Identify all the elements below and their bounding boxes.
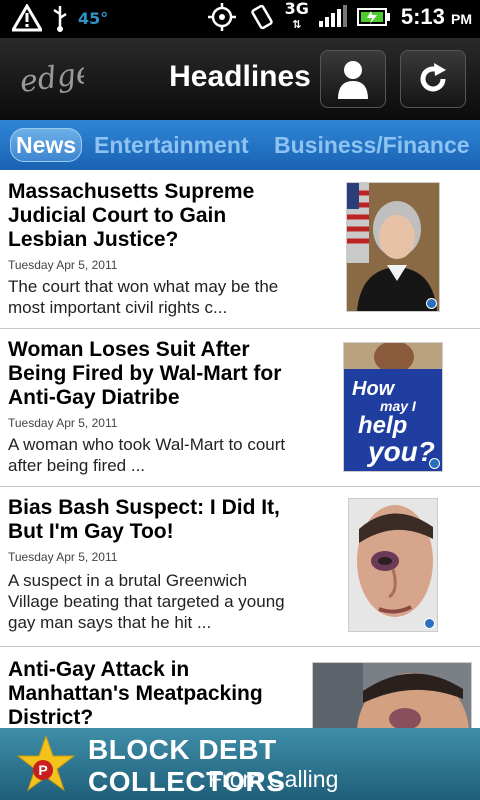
tab-news[interactable]: News	[10, 128, 83, 162]
svg-text:P: P	[38, 762, 47, 778]
refresh-icon	[420, 63, 446, 92]
signal-icon	[318, 5, 347, 27]
zoom-icon	[429, 458, 440, 469]
article-date: Tuesday Apr 5, 2011	[8, 550, 118, 564]
face-image	[313, 663, 471, 728]
battery-icon	[356, 8, 390, 26]
portrait-image	[347, 183, 439, 311]
tab-entertainment[interactable]: Entertainment	[94, 128, 249, 162]
article-summary: A suspect in a brutal Greenwich Village …	[8, 571, 285, 632]
tab-business-finance[interactable]: Business/Finance	[274, 128, 470, 162]
ad-subline[interactable]: From Calling	[208, 766, 338, 793]
gps-icon	[207, 3, 236, 31]
clock: 5:13 PM	[400, 4, 472, 29]
status-bar: 45° 3G ⇅ 5:13 PM	[0, 0, 480, 38]
refresh-button[interactable]	[400, 50, 466, 108]
face-image	[349, 499, 437, 631]
temperature-readout: 45°	[78, 8, 109, 28]
warning-icon	[12, 4, 42, 32]
headline-list: Massachusetts Supreme Judicial Court to …	[0, 170, 480, 728]
star-badge-icon: P	[16, 734, 76, 792]
article-summary: A woman who took Wal-Mart to court after…	[8, 435, 286, 475]
zoom-icon	[424, 618, 435, 629]
app-bar: edge Headlines	[0, 38, 480, 120]
profile-button[interactable]	[320, 50, 386, 108]
list-item[interactable]: Massachusetts Supreme Judicial Court to …	[0, 170, 480, 329]
svg-text:How: How	[352, 378, 396, 400]
vest-image: How may I help you?	[344, 343, 442, 471]
category-tabs: News Entertainment Business/Finance	[0, 120, 480, 170]
zoom-icon	[426, 298, 437, 309]
article-thumbnail[interactable]	[346, 182, 440, 312]
list-item[interactable]: Bias Bash Suspect: I Did It, But I'm Gay…	[0, 486, 480, 647]
svg-text:help: help	[358, 412, 407, 439]
list-item[interactable]: Woman Loses Suit After Being Fired by Wa…	[0, 328, 480, 487]
article-headline[interactable]: Woman Loses Suit After Being Fired by Wa…	[8, 338, 298, 410]
ad-banner[interactable]: P BLOCK DEBT COLLECTORS From Calling	[0, 728, 480, 800]
article-thumbnail[interactable]	[312, 662, 472, 728]
vibrate-icon	[250, 4, 273, 30]
article-thumbnail[interactable]: How may I help you?	[343, 342, 443, 472]
list-item[interactable]: Anti-Gay Attack in Manhattan's Meatpacki…	[0, 646, 480, 728]
article-thumbnail[interactable]	[348, 498, 438, 632]
article-headline[interactable]: Bias Bash Suspect: I Did It, But I'm Gay…	[8, 496, 298, 544]
article-date: Tuesday Apr 5, 2011	[8, 258, 118, 272]
article-headline[interactable]: Anti-Gay Attack in Manhattan's Meatpacki…	[8, 658, 298, 728]
network-type: 3G ⇅	[284, 0, 309, 32]
usb-icon	[53, 6, 67, 32]
article-headline[interactable]: Massachusetts Supreme Judicial Court to …	[8, 180, 298, 252]
article-date: Tuesday Apr 5, 2011	[8, 416, 118, 430]
article-summary: The court that won what may be the most …	[8, 277, 279, 317]
person-icon	[338, 61, 368, 99]
svg-text:you?: you?	[366, 436, 435, 467]
